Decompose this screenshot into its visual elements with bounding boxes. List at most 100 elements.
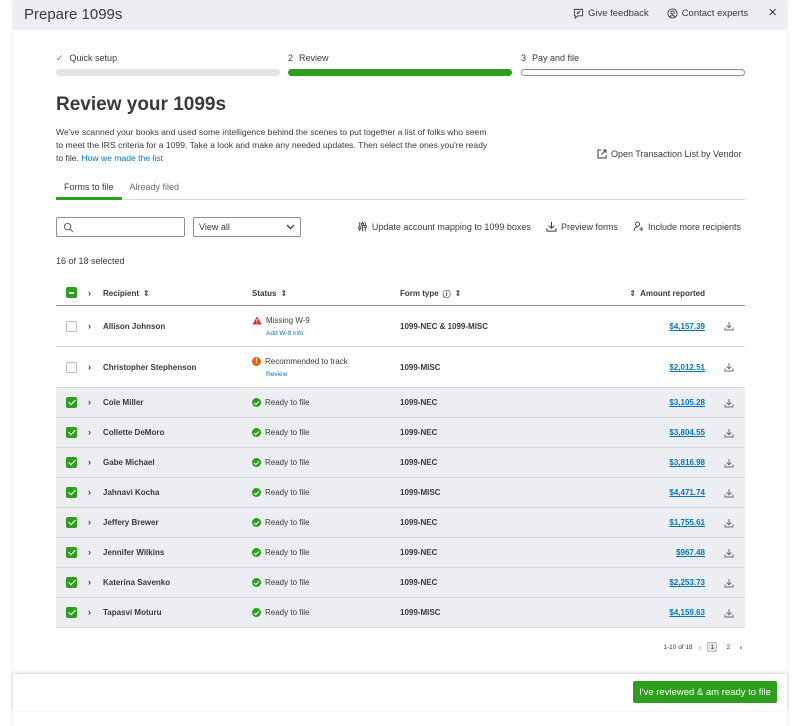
include-more-recipients-button[interactable]: Include more recipients	[633, 221, 741, 232]
tab-already-filed[interactable]: Already filed	[122, 182, 188, 200]
open-transaction-list-link[interactable]: Open Transaction List by Vendor	[597, 149, 742, 159]
review-link[interactable]: Review	[266, 371, 348, 378]
prev-page-icon[interactable]: ‹	[699, 643, 702, 652]
tab-bar: Forms to file Already filed	[56, 182, 745, 200]
expand-row-icon[interactable]: ›	[88, 607, 91, 617]
row-checkbox[interactable]	[66, 427, 77, 438]
expand-row-icon[interactable]: ›	[88, 321, 91, 331]
download-icon[interactable]	[724, 398, 734, 408]
table-row[interactable]: › Collette DeMoro Ready to file 1099-NEC…	[56, 418, 745, 448]
row-checkbox[interactable]	[66, 517, 77, 528]
amount-header-label: Amount reported	[640, 289, 705, 298]
download-icon[interactable]	[724, 362, 734, 372]
row-checkbox[interactable]	[66, 607, 77, 618]
step-number: 2	[288, 53, 294, 63]
table-header: › Recipient ⇕ Status ⇕ Form type ⓘ ⇕ ⇕ Amount…	[56, 280, 745, 306]
page-2-button[interactable]: 2	[723, 642, 733, 652]
check-circle-icon	[252, 458, 261, 467]
table-row[interactable]: › Katerina Savenko Ready to file 1099-NE…	[56, 568, 745, 598]
amount-link[interactable]: $3,804.55	[669, 428, 705, 437]
table-row[interactable]: › Cole Miller Ready to file 1099-NEC $3,…	[56, 388, 745, 418]
page-1-button[interactable]: 1	[707, 642, 718, 652]
amount-link[interactable]: $2,253.73	[669, 578, 705, 587]
preview-forms-button[interactable]: Preview forms	[546, 221, 618, 232]
table-row[interactable]: › Tapasvi Moturu Ready to file 1099-MISC…	[56, 598, 745, 628]
expand-row-icon[interactable]: ›	[88, 362, 91, 372]
form-type: 1099-NEC	[400, 578, 438, 587]
expand-row-icon[interactable]: ›	[88, 547, 91, 557]
status-header[interactable]: Status ⇕	[252, 289, 287, 298]
step-progress-bar	[56, 69, 280, 76]
download-icon[interactable]	[724, 488, 734, 498]
toolbar-actions: Update account mapping to 1099 boxes Pre…	[357, 221, 741, 232]
download-icon[interactable]	[724, 321, 734, 331]
form-type-header-label: Form type	[400, 289, 439, 298]
check-circle-icon	[252, 428, 261, 437]
expand-row-icon[interactable]: ›	[88, 577, 91, 587]
expand-row-icon[interactable]: ›	[88, 487, 91, 497]
search-field[interactable]	[56, 217, 185, 237]
download-icon[interactable]	[724, 578, 734, 588]
ready-to-file-button[interactable]: I've reviewed & am ready to file	[633, 681, 777, 703]
table-row[interactable]: › Gabe Michael Ready to file 1099-NEC $3…	[56, 448, 745, 478]
feedback-icon	[573, 8, 584, 19]
amount-link[interactable]: $3,105.28	[669, 398, 705, 407]
view-filter-select[interactable]: View all	[193, 217, 301, 237]
give-feedback-button[interactable]: Give feedback	[573, 8, 649, 19]
amount-link[interactable]: $2,012.51	[669, 363, 705, 372]
step-pay-and-file[interactable]: 3 Pay and file	[521, 52, 745, 76]
row-checkbox[interactable]	[66, 577, 77, 588]
download-icon[interactable]	[724, 458, 734, 468]
download-icon[interactable]	[724, 608, 734, 618]
amount-header[interactable]: ⇕ Amount reported	[629, 289, 705, 298]
form-type: 1099-NEC	[400, 428, 438, 437]
chevron-down-icon	[286, 224, 295, 230]
status-header-label: Status	[252, 289, 277, 298]
amount-link[interactable]: $4,157.39	[669, 322, 705, 331]
next-page-icon[interactable]: ›	[739, 643, 742, 652]
table-row[interactable]: › Jahnavi Kocha Ready to file 1099-MISC …	[56, 478, 745, 508]
download-icon[interactable]	[724, 518, 734, 528]
row-checkbox[interactable]	[66, 362, 77, 373]
download-icon[interactable]	[724, 428, 734, 438]
expand-row-icon[interactable]: ›	[88, 397, 91, 407]
step-review[interactable]: 2 Review	[288, 52, 512, 76]
expand-row-icon[interactable]: ›	[88, 517, 91, 527]
status-cell: Ready to file	[252, 608, 309, 617]
form-type-header[interactable]: Form type ⓘ ⇕	[400, 289, 461, 300]
status-text: Ready to file	[265, 488, 310, 497]
expand-all-icon[interactable]: ›	[88, 288, 91, 298]
row-checkbox[interactable]	[66, 397, 77, 408]
tab-forms-to-file[interactable]: Forms to file	[56, 182, 122, 200]
step-progress-bar	[288, 69, 512, 76]
amount-link[interactable]: $1,755.61	[669, 518, 705, 527]
amount-link[interactable]: $967.48	[676, 548, 705, 557]
update-mapping-button[interactable]: Update account mapping to 1099 boxes	[357, 221, 531, 232]
recipient-header[interactable]: Recipient ⇕	[103, 289, 150, 298]
table-row[interactable]: › Jeffery Brewer Ready to file 1099-NEC …	[56, 508, 745, 538]
download-icon[interactable]	[724, 548, 734, 558]
add-person-icon	[633, 221, 644, 232]
status-cell: Ready to file	[252, 488, 309, 497]
add-w9-link[interactable]: Add W-9 info	[266, 330, 310, 337]
expand-row-icon[interactable]: ›	[88, 427, 91, 437]
close-icon[interactable]: ×	[768, 5, 777, 20]
row-checkbox[interactable]	[66, 321, 77, 332]
row-checkbox[interactable]	[66, 487, 77, 498]
table-row[interactable]: › Allison Johnson Missing W-9 Add W-9 in…	[56, 306, 745, 347]
sort-icon: ⇕	[280, 289, 288, 298]
select-all-checkbox[interactable]	[66, 287, 77, 298]
contact-experts-button[interactable]: Contact experts	[667, 8, 748, 19]
table-row[interactable]: › Jennifer Wilkins Ready to file 1099-NE…	[56, 538, 745, 568]
how-we-made-list-link[interactable]: How we made the list	[81, 153, 163, 163]
table-row[interactable]: › Christopher Stephenson ! Recommended t…	[56, 347, 745, 388]
row-checkbox[interactable]	[66, 547, 77, 558]
search-input[interactable]	[77, 220, 181, 234]
expand-row-icon[interactable]: ›	[88, 457, 91, 467]
amount-link[interactable]: $3,816.98	[669, 458, 705, 467]
amount-link[interactable]: $4,471.74	[669, 488, 705, 497]
row-checkbox[interactable]	[66, 457, 77, 468]
step-quick-setup[interactable]: ✓ Quick setup	[56, 52, 280, 76]
amount-link[interactable]: $4,159.63	[669, 608, 705, 617]
status-cell: Ready to file	[252, 428, 309, 437]
